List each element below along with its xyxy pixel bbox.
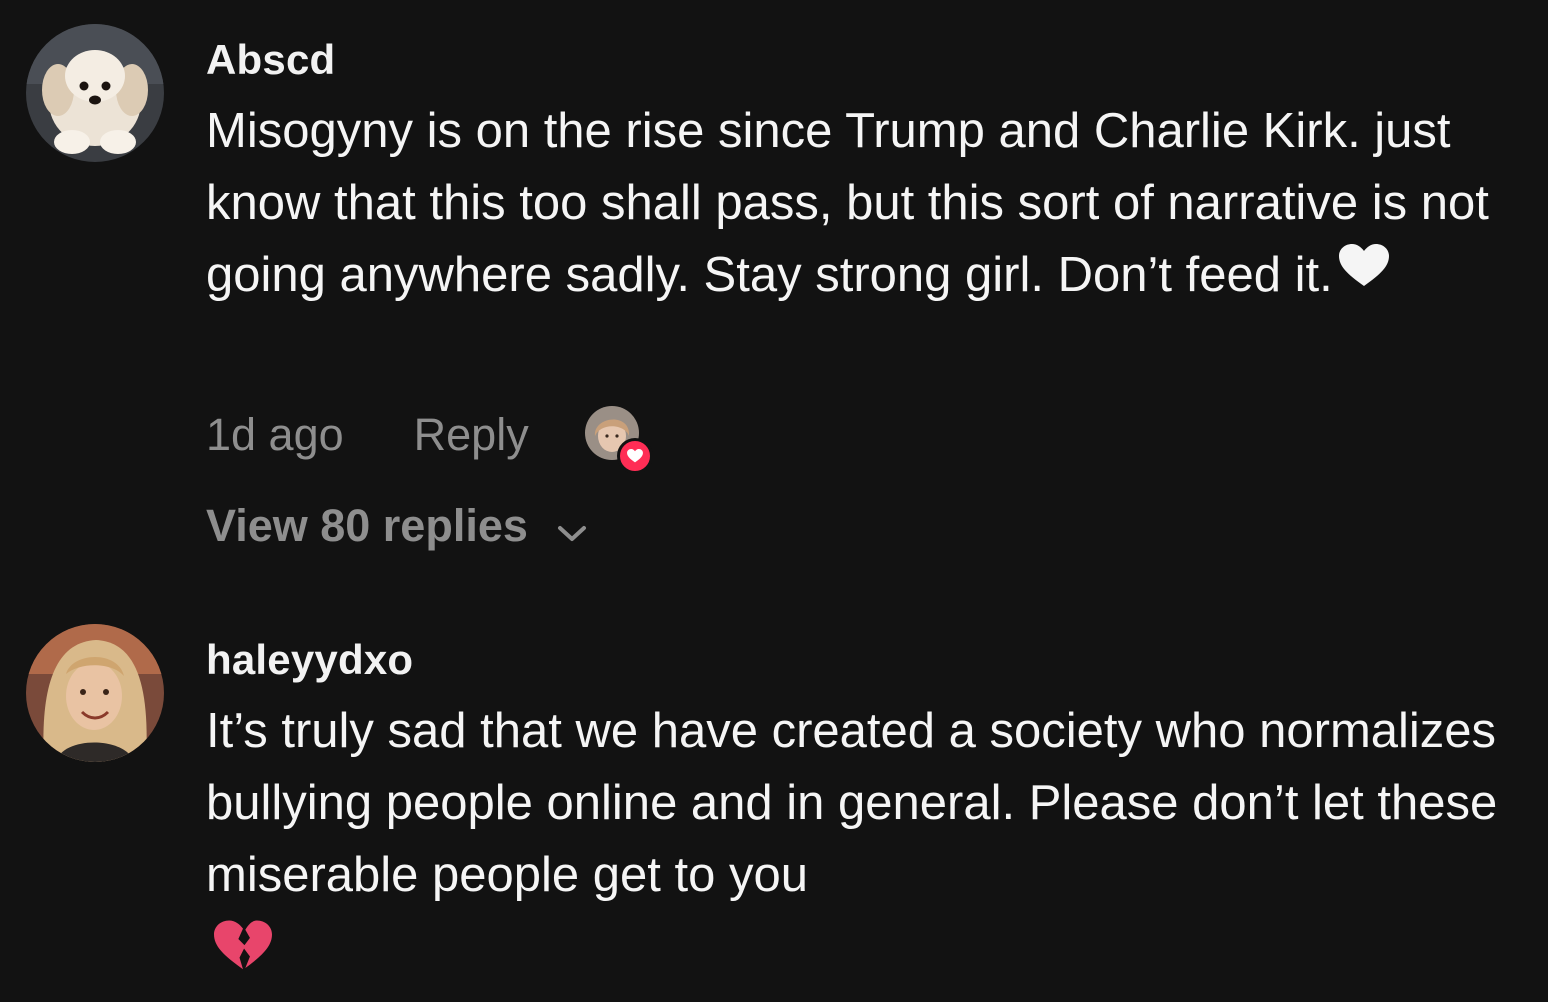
chevron-down-icon [556, 503, 588, 555]
reply-button[interactable]: Reply [414, 409, 529, 461]
person-avatar-image [26, 624, 164, 762]
comment-text-content: It’s truly sad that we have created a so… [206, 704, 1498, 902]
avatar[interactable] [26, 624, 164, 762]
broken-heart-icon [214, 920, 272, 977]
comment-username[interactable]: Abscd [206, 34, 335, 86]
dog-avatar-image [26, 24, 164, 162]
comment-meta: 1d ago Reply [206, 405, 653, 474]
view-replies-button[interactable]: View 80 replies [206, 497, 588, 555]
creator-liked-indicator [584, 406, 653, 474]
white-heart-icon [1338, 236, 1389, 308]
liked-by-creator-badge [616, 438, 653, 474]
avatar[interactable] [26, 24, 164, 162]
comment-timestamp: 1d ago [206, 409, 344, 460]
heart-icon [626, 449, 643, 463]
comment-text: It’s truly sad that we have created a so… [206, 695, 1536, 911]
view-replies-label: View 80 replies [206, 500, 528, 551]
comment-username[interactable]: haleyydxo [206, 634, 413, 686]
comment-text-content: Misogyny is on the rise since Trump and … [206, 104, 1489, 302]
comment-text: Misogyny is on the rise since Trump and … [206, 95, 1536, 314]
